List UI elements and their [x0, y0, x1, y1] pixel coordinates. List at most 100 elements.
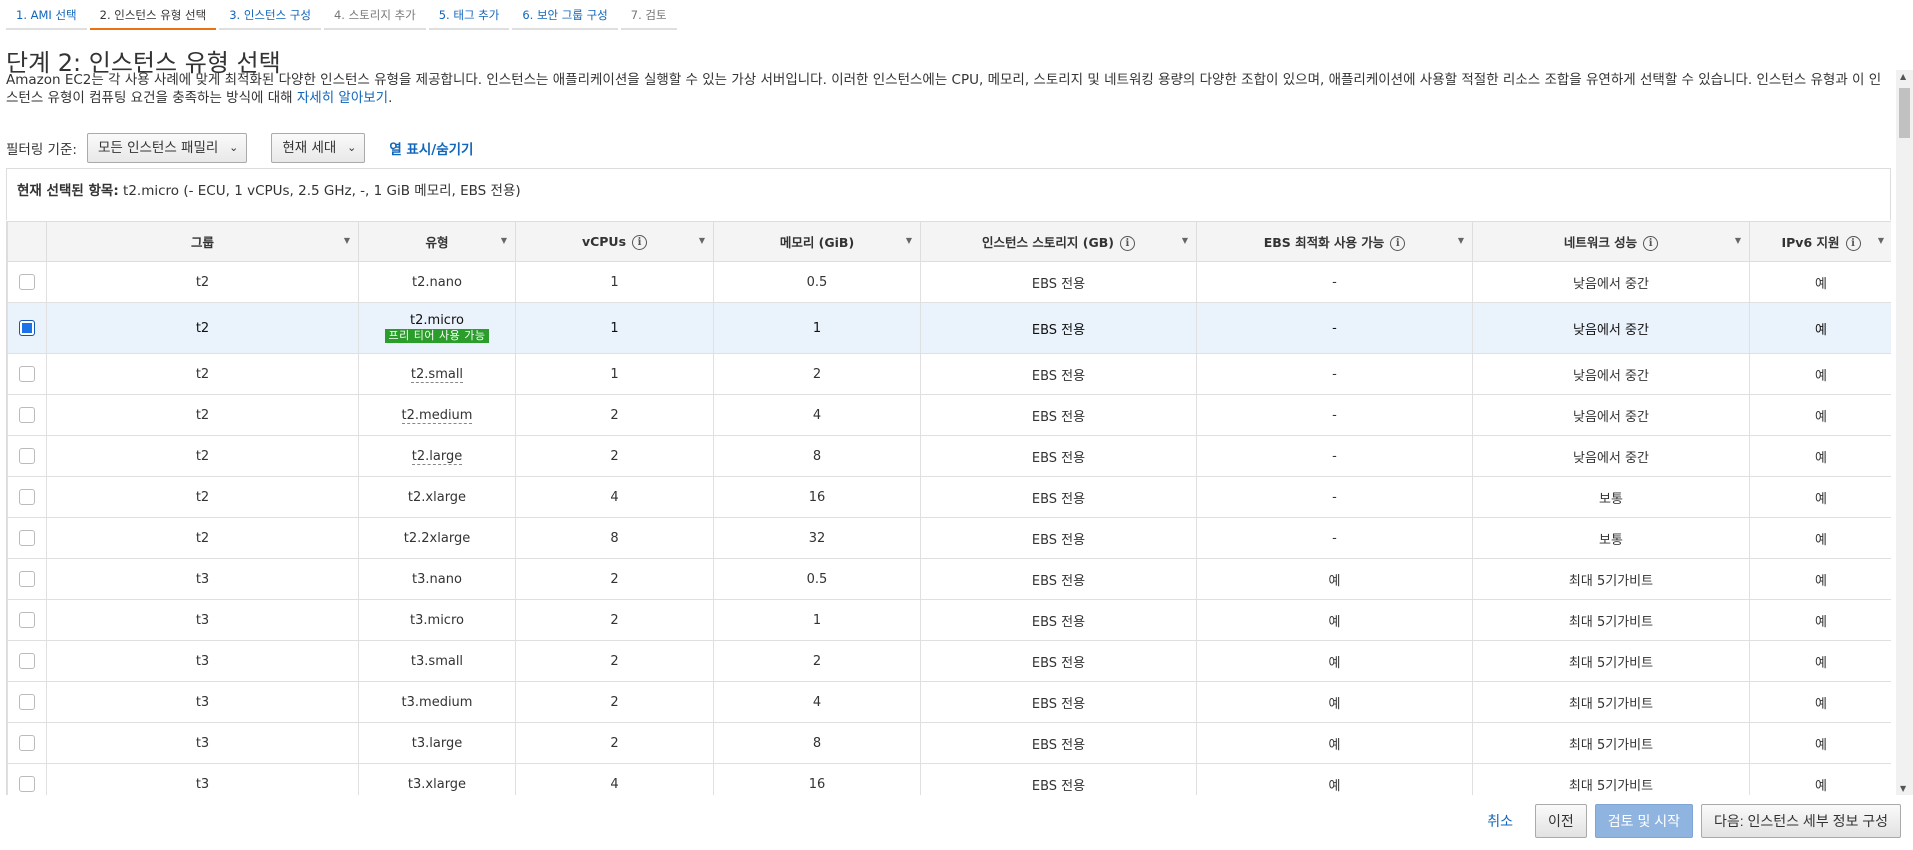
cell-ipv6-value: 예 [1815, 614, 1827, 630]
sort-icon[interactable]: ▼ [501, 236, 507, 245]
cell-ipv6-value: 예 [1815, 409, 1827, 425]
row-checkbox[interactable] [19, 776, 35, 792]
table-row[interactable]: t2 t2.2xlarge 8 32 EBS 전용 - 보통 예 [7, 517, 1891, 559]
wizard-step-7[interactable]: 7. 검토 [620, 0, 677, 30]
wizard-step-5[interactable]: 5. 태그 추가 [428, 0, 510, 30]
row-checkbox[interactable] [19, 407, 35, 423]
sort-icon[interactable]: ▼ [344, 236, 350, 245]
cancel-link[interactable]: 취소 [1487, 811, 1513, 831]
info-icon[interactable]: i [1390, 236, 1406, 251]
table-row[interactable]: t3 t3.large 2 8 EBS 전용 예 최대 5기가비트 예 [7, 722, 1891, 764]
wizard-step-3[interactable]: 3. 인스턴스 구성 [219, 0, 321, 30]
cell-mem-value: 32 [808, 530, 826, 546]
wizard-step-6[interactable]: 6. 보안 그룹 구성 [512, 0, 618, 30]
learn-more-link[interactable]: 자세히 알아보기 [297, 90, 388, 106]
sort-icon[interactable]: ▼ [1878, 236, 1884, 245]
instance-family-select[interactable]: 모든 인스턴스 패밀리 ⌄ [86, 133, 248, 163]
column-header-1[interactable]: 유형 ▼ [358, 221, 516, 262]
column-header-6[interactable]: 네트워크 성능 i ▼ [1472, 221, 1750, 262]
toggle-columns-link[interactable]: 열 표시/숨기기 [389, 138, 473, 158]
row-select-cell [7, 640, 47, 682]
table-row[interactable]: t2 t2.micro 프리 티어 사용 가능 1 1 EBS 전용 - 낮음에서 중간 예 [7, 302, 1891, 354]
row-checkbox[interactable] [19, 653, 35, 669]
scroll-down-icon[interactable]: ▼ [1900, 784, 1906, 793]
generation-select[interactable]: 현재 세대 ⌄ [271, 133, 366, 163]
column-header-3[interactable]: 메모리 (GiB) ▼ [713, 221, 921, 262]
row-checkbox[interactable] [19, 735, 35, 751]
vertical-scrollbar[interactable]: ▲ ▼ [1896, 70, 1913, 795]
scroll-up-icon[interactable]: ▲ [1900, 72, 1906, 81]
previous-button[interactable]: 이전 [1535, 804, 1587, 838]
info-icon[interactable]: i [632, 234, 648, 250]
column-header-4[interactable]: 인스턴스 스토리지 (GB) i ▼ [920, 221, 1197, 262]
cell-type: t2.xlarge [358, 476, 516, 518]
cell-vcpu-value: 2 [610, 448, 619, 464]
wizard-step-2[interactable]: 2. 인스턴스 유형 선택 [89, 0, 217, 30]
cell-vcpu: 1 [515, 353, 714, 395]
info-icon[interactable]: i [1119, 236, 1135, 251]
row-checkbox[interactable] [19, 448, 35, 464]
row-checkbox[interactable] [19, 612, 35, 628]
wizard-step-4[interactable]: 4. 스토리지 추가 [323, 0, 426, 30]
table-row[interactable]: t3 t3.medium 2 4 EBS 전용 예 최대 5기가비트 예 [7, 681, 1891, 723]
table-row[interactable]: t3 t3.small 2 2 EBS 전용 예 최대 5기가비트 예 [7, 640, 1891, 682]
scrollbar-thumb[interactable] [1899, 88, 1910, 138]
row-checkbox[interactable] [19, 571, 35, 587]
wizard-step-1[interactable]: 1. AMI 선택 [6, 0, 87, 30]
table-row[interactable]: t2 t2.small 1 2 EBS 전용 - 낮음에서 중간 예 [7, 353, 1891, 395]
cell-vcpu: 2 [515, 681, 714, 723]
info-icon[interactable]: i [1643, 236, 1659, 251]
cell-storage-value: EBS 전용 [1031, 276, 1086, 292]
sort-icon[interactable]: ▼ [1735, 236, 1741, 245]
row-checkbox[interactable] [19, 320, 35, 336]
column-header-2[interactable]: vCPUs i ▼ [515, 221, 714, 262]
row-checkbox[interactable] [19, 489, 35, 505]
table-row[interactable]: t2 t2.medium 2 4 EBS 전용 - 낮음에서 중간 예 [7, 394, 1891, 436]
cell-ipv6: 예 [1749, 261, 1891, 303]
cell-net-value: 낮음에서 중간 [1573, 322, 1649, 338]
cell-mem: 1 [713, 302, 921, 354]
cell-storage-value: EBS 전용 [1031, 322, 1086, 338]
cell-net-value: 보통 [1599, 491, 1623, 507]
table-row[interactable]: t2 t2.xlarge 4 16 EBS 전용 - 보통 예 [7, 476, 1891, 518]
table-row[interactable]: t2 t2.nano 1 0.5 EBS 전용 - 낮음에서 중간 예 [7, 261, 1891, 303]
column-header-5[interactable]: EBS 최적화 사용 가능 i ▼ [1196, 221, 1473, 262]
row-select-cell [7, 517, 47, 559]
info-icon[interactable]: i [1845, 236, 1861, 251]
cell-type: t2.micro 프리 티어 사용 가능 [358, 302, 516, 354]
cell-group-value: t2 [195, 407, 210, 423]
cell-type: t2.medium [358, 394, 516, 436]
column-header-7[interactable]: IPv6 지원 i ▼ [1749, 221, 1891, 262]
row-checkbox[interactable] [19, 530, 35, 546]
row-checkbox[interactable] [19, 694, 35, 710]
cell-ipv6: 예 [1749, 435, 1891, 477]
cell-ebs: - [1196, 261, 1473, 303]
cell-vcpu: 1 [515, 261, 714, 303]
row-checkbox[interactable] [19, 274, 35, 290]
cell-mem-value: 4 [812, 694, 822, 710]
sort-icon[interactable]: ▼ [906, 236, 912, 245]
table-row[interactable]: t2 t2.large 2 8 EBS 전용 - 낮음에서 중간 예 [7, 435, 1891, 477]
row-checkbox[interactable] [19, 366, 35, 382]
next-configure-details-button[interactable]: 다음: 인스턴스 세부 정보 구성 [1700, 804, 1901, 838]
cell-storage-value: EBS 전용 [1031, 737, 1086, 753]
cell-vcpu-value: 1 [610, 274, 619, 290]
review-and-launch-button[interactable]: 검토 및 시작 [1594, 804, 1693, 838]
column-header-0[interactable]: 그룹 ▼ [46, 221, 359, 262]
cell-storage-value: EBS 전용 [1031, 368, 1086, 384]
cell-net-value: 낮음에서 중간 [1573, 450, 1649, 466]
sort-icon[interactable]: ▼ [1182, 236, 1188, 245]
table-row[interactable]: t3 t3.xlarge 4 16 EBS 전용 예 최대 5기가비트 예 [7, 763, 1891, 795]
cell-group: t3 [46, 681, 359, 723]
sort-icon[interactable]: ▼ [1458, 236, 1464, 245]
cell-storage: EBS 전용 [920, 302, 1197, 354]
cell-ebs: - [1196, 302, 1473, 354]
table-row[interactable]: t3 t3.micro 2 1 EBS 전용 예 최대 5기가비트 예 [7, 599, 1891, 641]
table-row[interactable]: t3 t3.nano 2 0.5 EBS 전용 예 최대 5기가비트 예 [7, 558, 1891, 600]
sort-icon[interactable]: ▼ [699, 236, 705, 245]
cell-net: 최대 5기가비트 [1472, 640, 1750, 682]
cell-mem: 16 [713, 763, 921, 795]
cell-storage-value: EBS 전용 [1031, 491, 1086, 507]
cell-mem: 8 [713, 435, 921, 477]
cell-storage: EBS 전용 [920, 763, 1197, 795]
